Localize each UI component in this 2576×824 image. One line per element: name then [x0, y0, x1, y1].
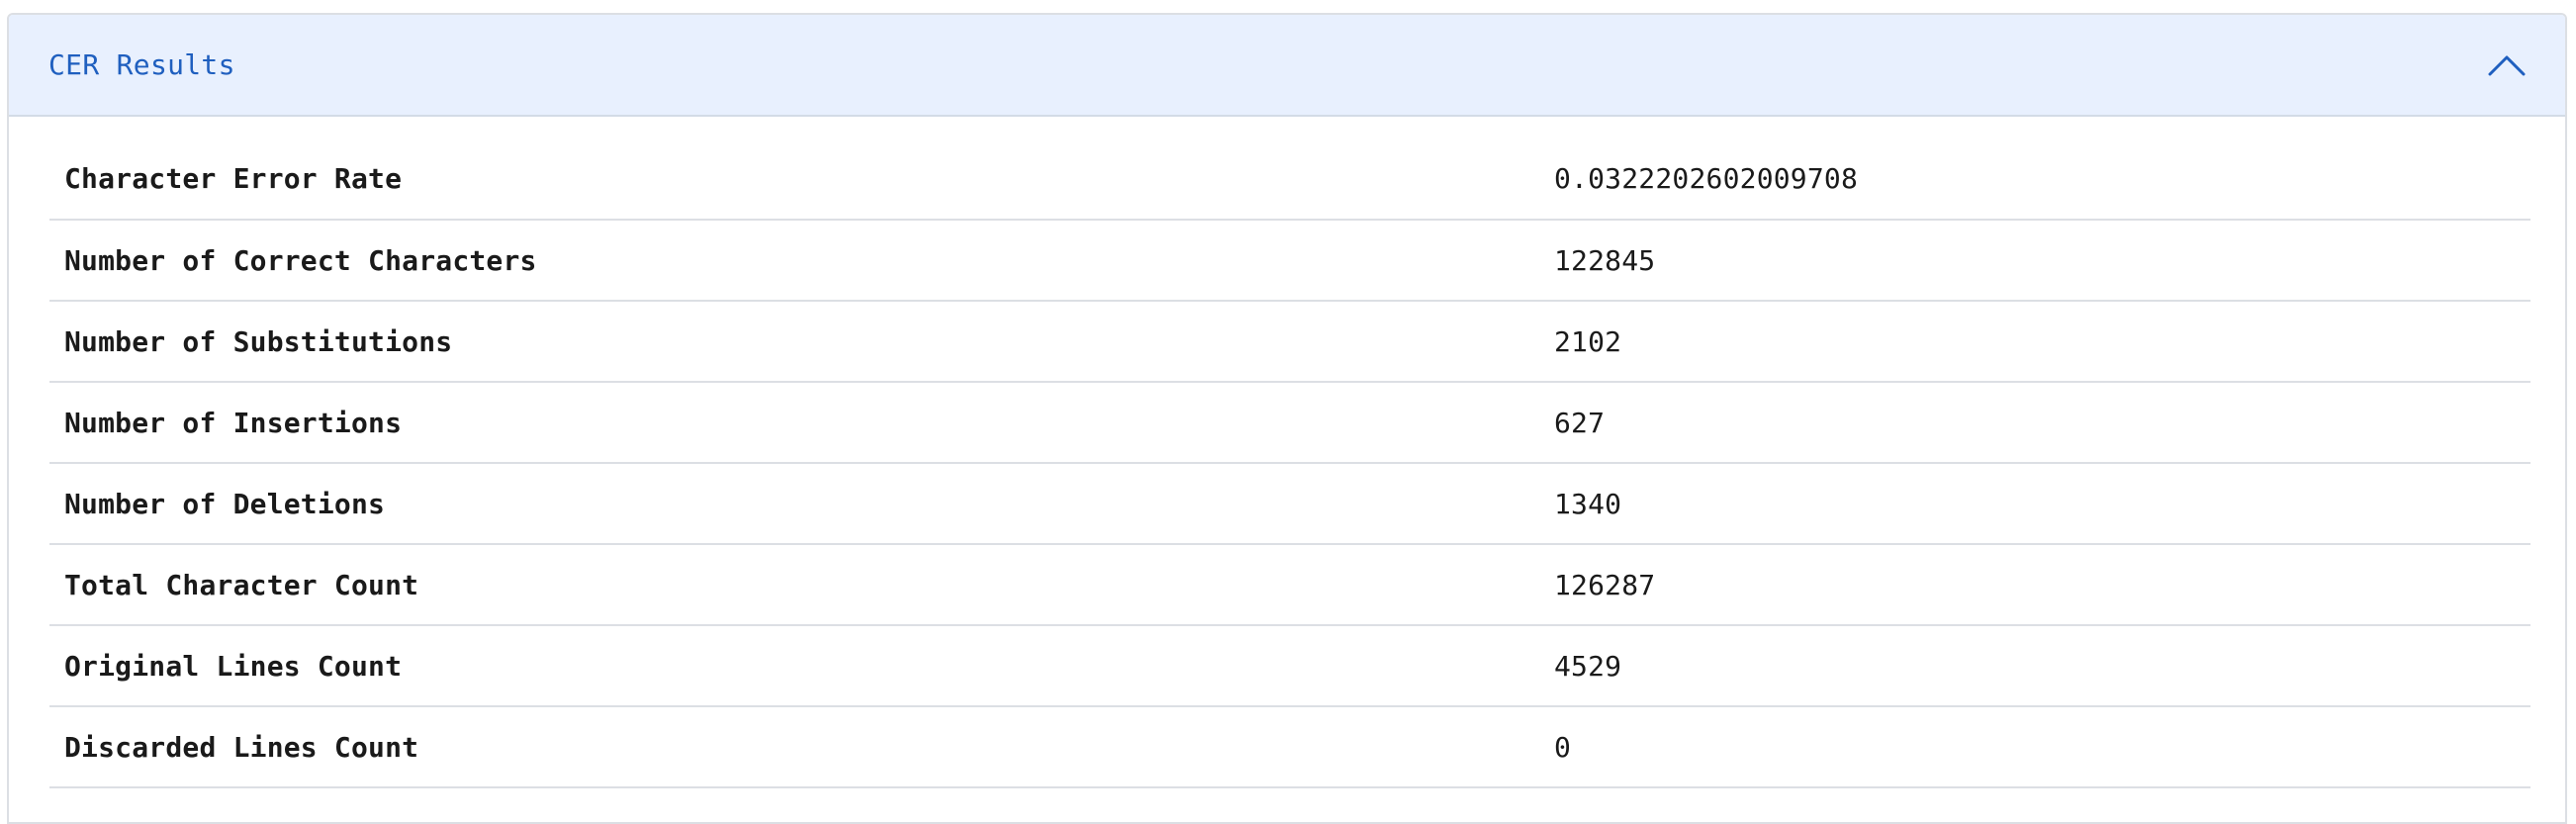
- table-row: Original Lines Count 4529: [49, 625, 2530, 706]
- results-table: Character Error Rate 0.0322202602009708 …: [49, 138, 2530, 788]
- cer-results-panel: CER Results Character Error Rate 0.03222…: [7, 13, 2567, 824]
- row-label: Total Character Count: [64, 568, 419, 601]
- row-value: 627: [1554, 406, 1606, 439]
- row-value: 1340: [1554, 487, 1622, 520]
- table-row: Number of Correct Characters 122845: [49, 220, 2530, 301]
- row-value: 0: [1554, 730, 1572, 764]
- row-value: 126287: [1554, 568, 1656, 601]
- row-value: 4529: [1554, 649, 1622, 683]
- row-label: Number of Substitutions: [64, 324, 453, 358]
- chevron-up-icon[interactable]: [2486, 45, 2528, 86]
- table-row: Number of Deletions 1340: [49, 463, 2530, 544]
- row-label: Number of Correct Characters: [64, 243, 537, 277]
- row-label: Number of Insertions: [64, 406, 403, 439]
- row-value: 0.0322202602009708: [1554, 162, 1859, 195]
- panel-title: CER Results: [48, 48, 235, 81]
- cer-results-panel-header[interactable]: CER Results: [9, 15, 2565, 117]
- table-row: Number of Substitutions 2102: [49, 301, 2530, 382]
- row-label: Character Error Rate: [64, 162, 403, 195]
- table-row: Number of Insertions 627: [49, 382, 2530, 463]
- row-label: Number of Deletions: [64, 487, 386, 520]
- row-value: 2102: [1554, 324, 1622, 358]
- table-row: Discarded Lines Count 0: [49, 706, 2530, 787]
- table-row: Total Character Count 126287: [49, 544, 2530, 625]
- row-label: Original Lines Count: [64, 649, 403, 683]
- row-label: Discarded Lines Count: [64, 730, 419, 764]
- table-row: Character Error Rate 0.0322202602009708: [49, 138, 2530, 220]
- panel-body: Character Error Rate 0.0322202602009708 …: [9, 117, 2565, 788]
- row-value: 122845: [1554, 243, 1656, 277]
